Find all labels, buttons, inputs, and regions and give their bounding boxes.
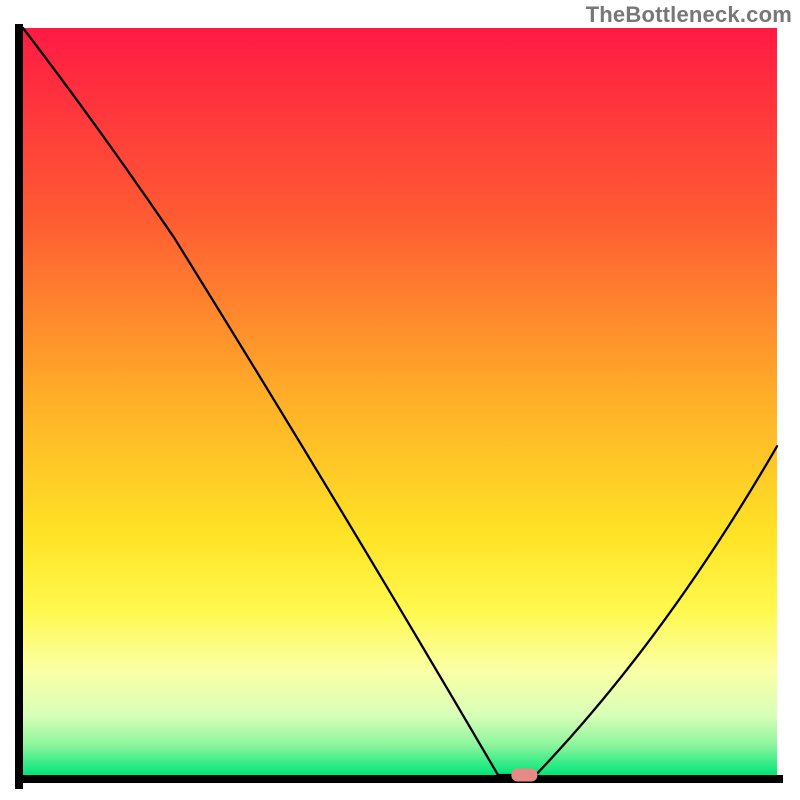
chart-container: TheBottleneck.com [0, 0, 800, 800]
bottleneck-chart [0, 0, 800, 800]
plot-background [23, 28, 777, 775]
optimum-marker [511, 769, 537, 782]
watermark-text: TheBottleneck.com [586, 2, 792, 28]
